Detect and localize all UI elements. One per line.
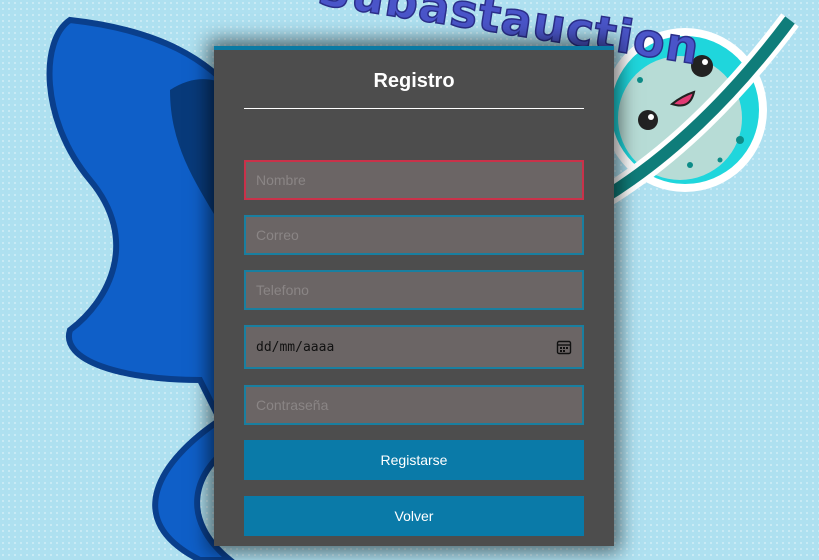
password-field[interactable] — [244, 385, 584, 425]
name-field[interactable] — [244, 160, 584, 200]
register-button[interactable]: Registarse — [244, 440, 584, 480]
register-panel: Registro dd/mm/aaaa Registarse Volver — [214, 46, 614, 546]
date-placeholder-text: dd/mm/aaaa — [256, 339, 335, 355]
phone-field[interactable] — [244, 270, 584, 310]
calendar-icon[interactable] — [556, 339, 572, 355]
birthdate-field[interactable]: dd/mm/aaaa — [244, 325, 584, 369]
title-divider — [244, 108, 584, 109]
back-button[interactable]: Volver — [244, 496, 584, 536]
email-field[interactable] — [244, 215, 584, 255]
page-title: Registro — [373, 70, 455, 92]
